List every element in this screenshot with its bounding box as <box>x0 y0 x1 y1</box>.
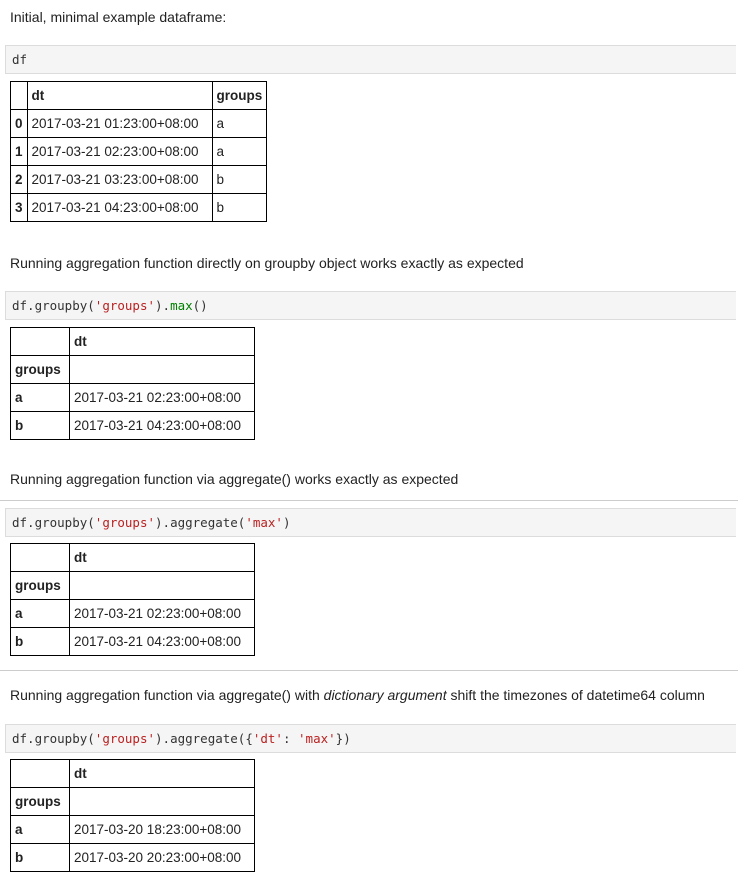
section2-text: Running aggregation function directly on… <box>10 255 524 271</box>
code-cell-groupby-aggregate-dict[interactable]: df.groupby('groups').aggregate({'dt': 'm… <box>5 724 736 753</box>
text-part: Running aggregation function via aggrega… <box>10 687 324 703</box>
table-header-row: dt groups <box>10 81 268 110</box>
table-header-cell: groups <box>211 81 268 110</box>
code-part: ).aggregate( <box>155 515 246 530</box>
index-cell: b <box>10 843 70 872</box>
table-header-cell: dt <box>26 81 213 110</box>
code-part: : <box>282 731 299 746</box>
table-cell: 2017-03-21 04:23:00+08:00 <box>69 627 255 656</box>
table-cell: 2017-03-21 02:23:00+08:00 <box>26 137 213 166</box>
code-cell-df[interactable]: df <box>5 45 736 74</box>
table-cell <box>69 571 255 600</box>
index-cell: b <box>10 411 70 440</box>
text-emphasis: dictionary argument <box>323 687 447 703</box>
code-cell-groupby-max[interactable]: df.groupby('groups').max() <box>5 291 736 320</box>
table-cell: 2017-03-21 04:23:00+08:00 <box>69 411 255 440</box>
divider <box>0 500 738 501</box>
index-name-row: groups <box>10 571 255 600</box>
code-string: 'max' <box>245 515 283 530</box>
table-header-cell <box>10 759 70 788</box>
table-row: 2 2017-03-21 03:23:00+08:00 b <box>10 165 268 194</box>
groupby-aggregate-dict-table: dt groups a 2017-03-20 18:23:00+08:00 b … <box>10 759 255 872</box>
index-cell: a <box>10 815 70 844</box>
table-header-cell <box>10 327 70 356</box>
table-row: 1 2017-03-21 02:23:00+08:00 a <box>10 137 268 166</box>
table-header-row: dt <box>10 327 255 356</box>
index-name-cell: groups <box>10 571 70 600</box>
table-header-row: dt <box>10 759 255 788</box>
code-part: ). <box>155 298 171 313</box>
table-cell: 2017-03-21 01:23:00+08:00 <box>26 109 213 138</box>
table-cell: 2017-03-21 02:23:00+08:00 <box>69 383 255 412</box>
table-cell <box>69 355 255 384</box>
code-part: df.groupby( <box>12 731 95 746</box>
table-cell: 2017-03-21 04:23:00+08:00 <box>26 193 213 222</box>
table-row: a 2017-03-21 02:23:00+08:00 <box>10 383 255 412</box>
table-header-cell: dt <box>69 327 255 356</box>
table-header-cell: dt <box>69 759 255 788</box>
text-part: shift the timezones of datetime64 column <box>446 687 705 703</box>
index-cell: a <box>10 383 70 412</box>
code-method: max <box>170 298 193 313</box>
code-string: 'groups' <box>94 298 156 313</box>
index-cell: 2 <box>10 165 28 194</box>
table-cell: a <box>211 137 268 166</box>
code-text: df <box>12 52 28 67</box>
table-header-cell: dt <box>69 543 255 572</box>
code-string: 'groups' <box>94 731 156 746</box>
intro-text: Initial, minimal example dataframe: <box>10 9 227 25</box>
table-row: 3 2017-03-21 04:23:00+08:00 b <box>10 193 268 222</box>
section4-text: Running aggregation function via aggrega… <box>10 687 705 703</box>
code-part: ) <box>282 515 291 530</box>
table-header-row: dt <box>10 543 255 572</box>
table-row: a 2017-03-21 02:23:00+08:00 <box>10 599 255 628</box>
index-name-row: groups <box>10 787 255 816</box>
table-cell: 2017-03-21 03:23:00+08:00 <box>26 165 213 194</box>
section3-text: Running aggregation function via aggrega… <box>10 471 459 487</box>
code-string: 'max' <box>298 731 336 746</box>
groupby-max-table: dt groups a 2017-03-21 02:23:00+08:00 b … <box>10 327 255 440</box>
table-cell: 2017-03-20 18:23:00+08:00 <box>69 815 255 844</box>
table-cell: 2017-03-20 20:23:00+08:00 <box>69 843 255 872</box>
table-header-cell <box>10 543 70 572</box>
code-string: 'dt' <box>252 731 283 746</box>
table-row: b 2017-03-21 04:23:00+08:00 <box>10 627 255 656</box>
code-cell-groupby-aggregate[interactable]: df.groupby('groups').aggregate('max') <box>5 508 736 537</box>
groupby-aggregate-table: dt groups a 2017-03-21 02:23:00+08:00 b … <box>10 543 255 656</box>
table-header-cell <box>10 81 28 110</box>
index-name-cell: groups <box>10 355 70 384</box>
dataframe-table: dt groups 0 2017-03-21 01:23:00+08:00 a … <box>10 81 268 222</box>
table-cell: a <box>211 109 268 138</box>
table-cell: 2017-03-21 02:23:00+08:00 <box>69 599 255 628</box>
table-cell: b <box>211 165 268 194</box>
index-cell: 0 <box>10 109 28 138</box>
divider <box>0 670 738 671</box>
code-part: }) <box>335 731 351 746</box>
table-row: b 2017-03-21 04:23:00+08:00 <box>10 411 255 440</box>
code-part: () <box>192 298 208 313</box>
code-part: ).aggregate({ <box>155 731 253 746</box>
table-row: 0 2017-03-21 01:23:00+08:00 a <box>10 109 268 138</box>
index-cell: 1 <box>10 137 28 166</box>
table-cell <box>69 787 255 816</box>
index-cell: 3 <box>10 193 28 222</box>
index-name-cell: groups <box>10 787 70 816</box>
code-string: 'groups' <box>94 515 156 530</box>
code-part: df.groupby( <box>12 515 95 530</box>
code-part: df.groupby( <box>12 298 95 313</box>
index-cell: b <box>10 627 70 656</box>
table-cell: b <box>211 193 268 222</box>
index-cell: a <box>10 599 70 628</box>
index-name-row: groups <box>10 355 255 384</box>
table-row: b 2017-03-20 20:23:00+08:00 <box>10 843 255 872</box>
table-row: a 2017-03-20 18:23:00+08:00 <box>10 815 255 844</box>
